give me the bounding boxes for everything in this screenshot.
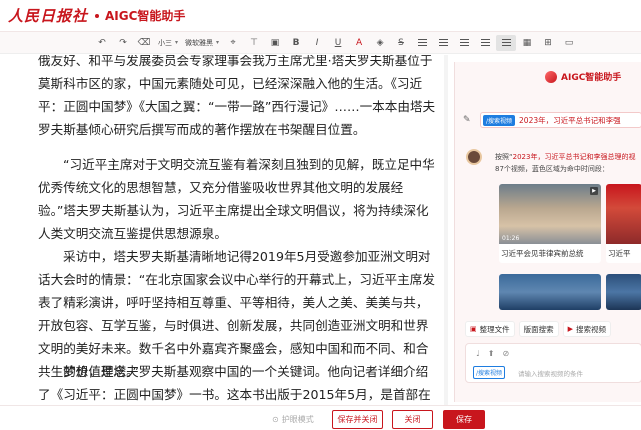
insert-icon[interactable]: ⊞ — [538, 35, 558, 51]
response-prefix: 按照“ — [495, 153, 513, 161]
assistant-avatar — [466, 149, 482, 165]
editor-toolbar: ↶ ↷ ⌫ 小三 ▾ 微软雅黑 ▾ ⌖ ⊤ ▣ B I U A ◈ S ▦ ⊞ ▭ — [0, 32, 641, 54]
chip-label: 版面搜索 — [523, 324, 554, 334]
link-icon[interactable]: ⊘ — [502, 349, 509, 358]
doc-paragraph[interactable]: 梦想，是塔夫罗夫斯基观察中国的一个关键词。他向记者详细介绍了《习近平：正圆中国梦… — [38, 360, 438, 405]
italic-button[interactable]: I — [307, 35, 327, 51]
response-highlight: 2023年，习近平总书记和李强总理的视 — [512, 153, 636, 161]
font-size-select[interactable]: 小三 ▾ — [155, 35, 181, 51]
brush-icon[interactable]: ⊤ — [244, 35, 264, 51]
font-size-value: 小三 — [158, 38, 172, 47]
clear-format-button[interactable]: ⌫ — [134, 35, 154, 51]
edit-icon[interactable]: ✎ — [463, 115, 471, 125]
table-icon[interactable]: ▦ — [517, 35, 537, 51]
highlight-button[interactable]: ◈ — [370, 35, 390, 51]
ai-assistant-panel: AIGC智能助手 ✎ /搜索视频 2023年，习近平总书记和李强 按照“2023… — [454, 62, 641, 402]
header-separator — [95, 13, 100, 18]
chip-layout-search[interactable]: 版面搜索 — [518, 321, 559, 337]
video-caption: 习近平 — [608, 249, 631, 258]
redo-button[interactable]: ↷ — [113, 35, 133, 51]
strikethrough-button[interactable]: S — [391, 35, 411, 51]
footer-bar: ⊙ 护眼模式 保存并关闭 关闭 保存 — [0, 405, 641, 430]
app-title: AIGC智能助手 — [105, 9, 186, 23]
user-query: /搜索视频 2023年，习近平总书记和李强 — [480, 112, 641, 128]
video-card[interactable] — [499, 274, 601, 310]
chip-label: 整理文件 — [479, 324, 510, 334]
video-card[interactable]: 习近平 — [606, 184, 641, 263]
document-scrollbar[interactable] — [444, 55, 448, 405]
chip-video-search[interactable]: ▶ 搜索视频 — [562, 321, 612, 337]
query-tag: /搜索视频 — [483, 114, 516, 126]
chevron-down-icon: ▾ — [216, 39, 220, 46]
bold-button[interactable]: B — [286, 35, 306, 51]
video-caption: 习近平会见菲律宾前总统 — [501, 249, 584, 258]
input-tools: ♩ ⬆ ⊘ — [476, 349, 509, 358]
assistant-input[interactable]: ♩ ⬆ ⊘ /搜索视频 请输入搜索视频的条件 — [465, 343, 641, 383]
chevron-down-icon: ▾ — [175, 39, 179, 46]
chip-organize-files[interactable]: ▣ 整理文件 — [465, 321, 515, 337]
clipboard-icon[interactable]: ▣ — [265, 35, 285, 51]
video-type-icon: ▶ — [590, 187, 598, 195]
video-card[interactable]: ▶ 01:26 习近平会见菲律宾前总统 — [499, 184, 601, 263]
video-thumbnail: ▶ 01:26 — [499, 184, 601, 244]
eye-mode-label: 护眼模式 — [281, 415, 314, 424]
document-editor[interactable]: 俄友好、和平与发展委员会专家理事会我万主席尤里·塔夫罗夫斯基位于莫斯科市区的家，… — [0, 55, 452, 405]
input-command-tag[interactable]: /搜索视频 — [473, 366, 506, 379]
align-right-icon[interactable] — [475, 35, 495, 51]
undo-button[interactable]: ↶ — [92, 35, 112, 51]
app-header: 人民日报社 AIGC智能助手 — [0, 0, 641, 32]
video-thumbnail — [606, 184, 641, 244]
upload-icon[interactable]: ⬆ — [488, 349, 495, 358]
response-line: 87个视频，蓝色区域为命中时间段： — [495, 165, 609, 173]
eye-mode-toggle[interactable]: ⊙ 护眼模式 — [272, 414, 314, 425]
input-placeholder: 请输入搜索视频的条件 — [518, 370, 583, 378]
video-duration: 01:26 — [502, 235, 520, 242]
chip-label: 搜索视频 — [576, 324, 607, 334]
eye-icon: ⊙ — [272, 415, 279, 424]
video-card[interactable] — [606, 274, 641, 310]
format-painter-icon[interactable]: ⌖ — [223, 35, 243, 51]
ai-logo-icon — [545, 70, 557, 83]
panel-title-text: AIGC智能助手 — [561, 73, 622, 83]
quick-actions: ▣ 整理文件 版面搜索 ▶ 搜索视频 — [465, 321, 612, 337]
font-family-value: 微软雅黑 — [185, 38, 214, 47]
panel-title: AIGC智能助手 — [545, 70, 621, 83]
query-text: 2023年，习近平总书记和李强 — [519, 115, 621, 125]
video-icon: ▶ — [567, 325, 574, 333]
response-line: 按照“2023年，习近平总书记和李强总理的视 — [495, 152, 635, 162]
microphone-icon[interactable]: ♩ — [476, 349, 480, 358]
doc-paragraph[interactable]: “习近平主席对于文明交流互鉴有着深刻且独到的见解，既立足中华优秀传统文化的思想智… — [38, 153, 438, 245]
close-button[interactable]: 关闭 — [392, 410, 433, 429]
brand-logo: 人民日报社 — [8, 7, 89, 25]
save-button[interactable]: 保存 — [443, 410, 485, 429]
font-color-button[interactable]: A — [349, 35, 369, 51]
file-icon: ▣ — [470, 325, 477, 333]
doc-paragraph[interactable]: 俄友好、和平与发展委员会专家理事会我万主席尤里·塔夫罗夫斯基位于莫斯科市区的家，… — [38, 55, 438, 141]
align-left-icon[interactable] — [433, 35, 453, 51]
video-thumbnail — [606, 274, 641, 310]
image-icon[interactable]: ▭ — [559, 35, 579, 51]
save-and-close-button[interactable]: 保存并关闭 — [332, 410, 383, 429]
font-family-select[interactable]: 微软雅黑 ▾ — [182, 35, 222, 51]
align-center-icon[interactable] — [454, 35, 474, 51]
align-justify-icon[interactable] — [496, 34, 517, 51]
underline-button[interactable]: U — [328, 35, 348, 51]
video-thumbnail — [499, 274, 601, 310]
line-spacing-icon[interactable] — [412, 35, 432, 51]
